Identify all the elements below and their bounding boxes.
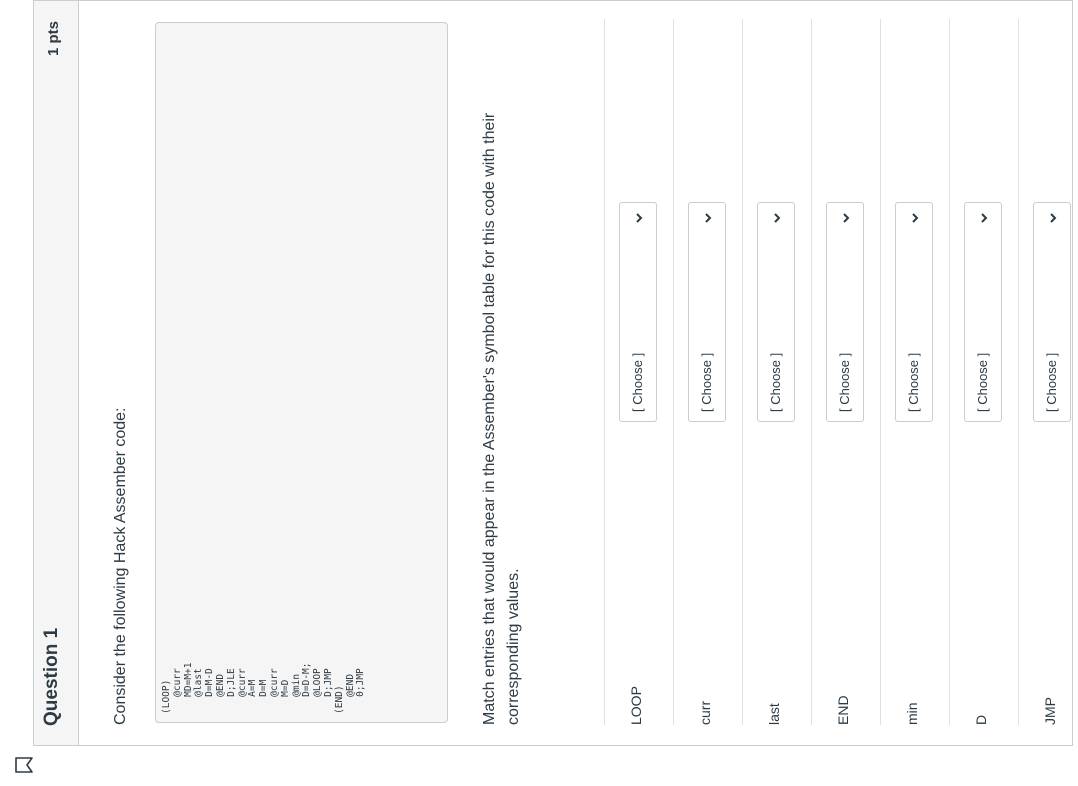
chevron-down-icon <box>839 211 853 225</box>
select-value: [ Choose ] <box>906 352 921 412</box>
match-label: D <box>973 714 989 725</box>
question-title: Question 1 <box>41 627 62 726</box>
answer-select[interactable]: [ Choose ] <box>826 202 864 422</box>
question-card: Question 1 1 pts Consider the following … <box>33 0 1073 746</box>
select-value: [ Choose ] <box>768 352 783 412</box>
match-label: LOOP <box>628 686 644 725</box>
chevron-down-icon <box>770 211 784 225</box>
match-row-jmp: JMP [ Choose ] <box>1018 19 1072 725</box>
answer-select[interactable]: [ Choose ] <box>688 202 726 422</box>
assembler-code: (LOOP) @curr MD=M+1 @last D=M-D @END D;J… <box>161 662 367 714</box>
answer-select[interactable]: [ Choose ] <box>757 202 795 422</box>
match-row-curr: curr [ Choose ] <box>673 19 742 725</box>
select-value: [ Choose ] <box>975 352 990 412</box>
select-value: [ Choose ] <box>1044 352 1059 412</box>
chevron-down-icon <box>908 211 922 225</box>
match-label: END <box>835 695 851 725</box>
match-row-min: min [ Choose ] <box>880 19 949 725</box>
question-points: 1 pts <box>45 21 62 57</box>
code-block: (LOOP) @curr MD=M+1 @last D=M-D @END D;J… <box>155 22 448 723</box>
match-label: curr <box>697 700 713 725</box>
select-value: [ Choose ] <box>699 352 714 412</box>
match-row-loop: LOOP [ Choose ] <box>604 19 673 725</box>
flag-question-icon[interactable] <box>14 756 34 774</box>
match-label: JMP <box>1042 697 1058 725</box>
match-row-end: END [ Choose ] <box>811 19 880 725</box>
answer-select[interactable]: [ Choose ] <box>895 202 933 422</box>
chevron-down-icon <box>632 211 646 225</box>
question-intro: Consider the following Hack Assember cod… <box>112 407 129 726</box>
answer-select[interactable]: [ Choose ] <box>619 202 657 422</box>
match-label: last <box>766 703 782 725</box>
quiz-page: Question 1 1 pts Consider the following … <box>0 0 1078 786</box>
answer-select[interactable]: [ Choose ] <box>1033 202 1071 422</box>
match-row-last: last [ Choose ] <box>742 19 811 725</box>
chevron-down-icon <box>701 211 715 225</box>
chevron-down-icon <box>977 211 991 225</box>
match-label: min <box>904 702 920 725</box>
match-row-d: D [ Choose ] <box>949 19 1018 725</box>
select-value: [ Choose ] <box>630 352 645 412</box>
answer-select[interactable]: [ Choose ] <box>964 202 1002 422</box>
matching-instructions: Match entries that would appear in the A… <box>481 112 522 725</box>
select-value: [ Choose ] <box>837 352 852 412</box>
question-header: Question 1 1 pts <box>34 1 79 745</box>
chevron-down-icon <box>1046 211 1060 225</box>
